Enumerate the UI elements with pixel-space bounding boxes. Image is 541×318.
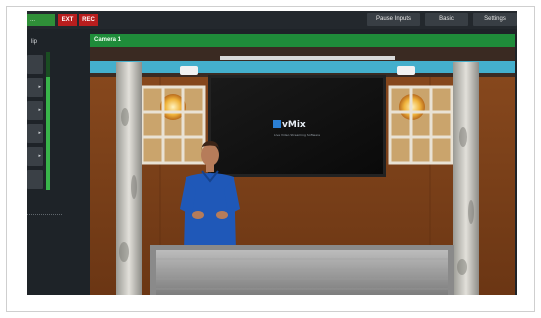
rec-button[interactable]: REC: [79, 14, 98, 26]
panel-button-3[interactable]: ▸: [27, 101, 43, 120]
basic-button[interactable]: Basic: [425, 13, 468, 26]
panel-button-6[interactable]: [27, 170, 43, 189]
studio-scene: vMix Live Video Streaming Software: [90, 47, 515, 295]
left-control-panel: lip ▸ ▸ ▸ ▸: [27, 33, 89, 295]
audio-level-meter: [46, 52, 50, 190]
ext-button[interactable]: EXT: [58, 14, 77, 26]
settings-button[interactable]: Settings: [473, 13, 517, 26]
right-window: [388, 85, 454, 165]
right-pillar: [453, 62, 479, 295]
vmix-logo-icon: [273, 120, 281, 128]
divider: [27, 214, 62, 216]
panel-button-2[interactable]: ▸: [27, 78, 43, 97]
left-pillar: [116, 62, 142, 295]
top-toolbar: ... EXT REC Pause Inputs Basic Settings: [27, 11, 517, 29]
preview-title-bar: Camera 1: [90, 34, 515, 47]
output-mode-button[interactable]: ...: [27, 14, 55, 26]
chevron-right-icon: ▸: [38, 107, 41, 113]
preview-title: Camera 1: [94, 37, 122, 43]
camera-preview[interactable]: vMix Live Video Streaming Software: [90, 47, 515, 295]
left-window: [140, 85, 206, 165]
vmix-app-window: ... EXT REC Pause Inputs Basic Settings …: [27, 11, 517, 295]
pause-inputs-button[interactable]: Pause Inputs: [367, 13, 420, 26]
panel-button-1[interactable]: [27, 55, 43, 74]
chevron-right-icon: ▸: [38, 153, 41, 159]
wall-monitor: vMix Live Video Streaming Software: [208, 75, 386, 177]
chevron-right-icon: ▸: [38, 130, 41, 136]
panel-button-5[interactable]: ▸: [27, 147, 43, 166]
monitor-tagline: Live Video Streaming Software: [274, 133, 320, 137]
chevron-right-icon: ▸: [38, 84, 41, 90]
audio-level-fill: [46, 76, 50, 190]
panel-label: lip: [31, 39, 38, 45]
panel-button-4[interactable]: ▸: [27, 124, 43, 143]
monitor-logo-text: vMix: [282, 120, 306, 130]
